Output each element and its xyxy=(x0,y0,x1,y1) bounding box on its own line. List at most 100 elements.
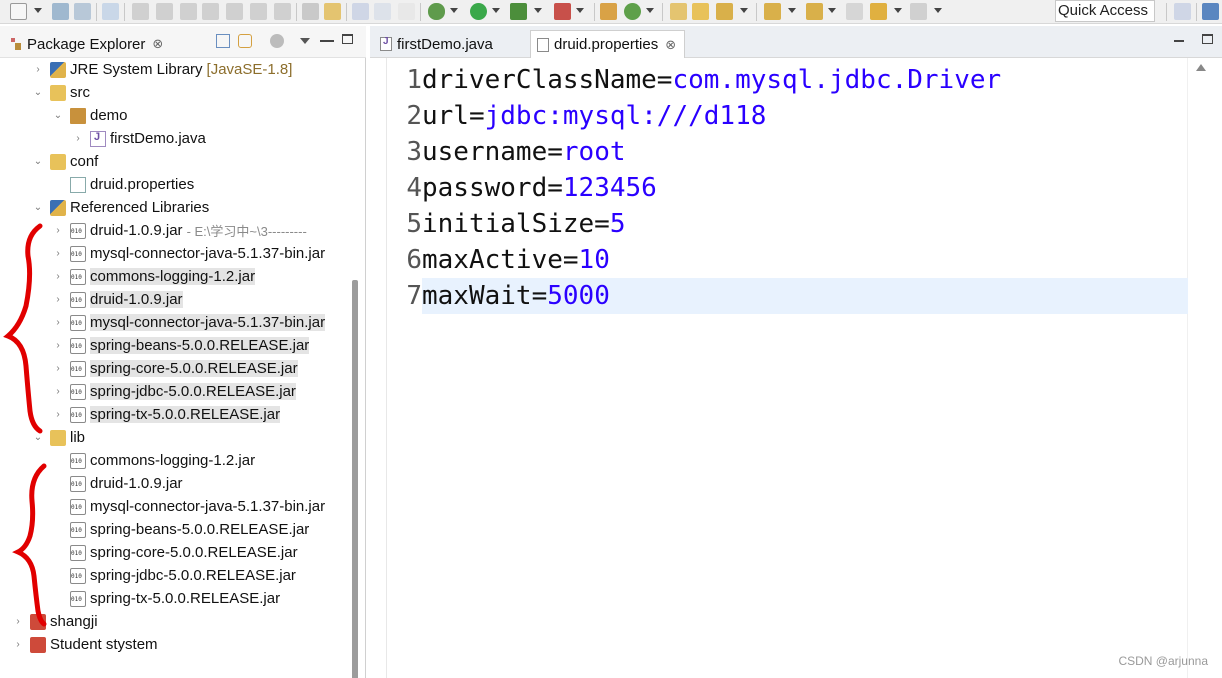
expanded-chevron-icon[interactable]: ⌄ xyxy=(52,110,64,121)
close-icon[interactable]: ⊗ xyxy=(665,37,676,53)
tree-item[interactable]: › firstDemo.java xyxy=(0,127,346,150)
step-over-icon[interactable] xyxy=(250,3,267,20)
scroll-up-arrow-icon[interactable] xyxy=(1196,64,1206,71)
tab-firstdemo-java[interactable]: firstDemo.java xyxy=(374,30,501,58)
disconnect-icon[interactable] xyxy=(202,3,219,20)
next-annotation-icon[interactable] xyxy=(764,3,781,20)
paragraph-icon[interactable] xyxy=(398,3,415,20)
new-class-icon[interactable] xyxy=(624,3,641,20)
tree-item[interactable]: › JRE System Library [JavaSE-1.8] xyxy=(0,58,346,81)
coverage-icon[interactable] xyxy=(510,3,527,20)
tree-item[interactable]: ⌄ demo xyxy=(0,104,346,127)
code-line[interactable]: 6 maxActive=10 xyxy=(370,242,1188,278)
maximize-icon[interactable] xyxy=(342,34,353,44)
tree-item-label: commons-logging-1.2.jar xyxy=(90,268,256,285)
code-line[interactable]: 1 driverClassName=com.mysql.jdbc.Driver xyxy=(370,62,1188,98)
properties-file-icon xyxy=(537,37,549,52)
link-with-editor-icon[interactable] xyxy=(238,34,252,48)
previous-annotation-icon[interactable] xyxy=(806,3,823,20)
expanded-chevron-icon[interactable]: ⌄ xyxy=(32,87,44,98)
tree-item-label: druid-1.0.9.jar xyxy=(90,291,183,308)
code-line[interactable]: 2 url=jdbc:mysql:///d118 xyxy=(370,98,1188,134)
debug-dropdown-icon[interactable] xyxy=(450,8,458,13)
new-icon[interactable] xyxy=(10,3,27,20)
collapsed-chevron-icon[interactable]: › xyxy=(12,639,24,650)
tab-package-explorer[interactable]: Package Explorer ⊗ xyxy=(4,30,167,58)
skip-breakpoints-icon[interactable] xyxy=(102,3,119,20)
step-return-icon[interactable] xyxy=(274,3,291,20)
property-key: url=jdbc:mysql:///d118 xyxy=(422,98,766,134)
tree-scrollbar[interactable] xyxy=(352,280,358,678)
jar-icon xyxy=(70,245,86,262)
new-class-dropdown-icon[interactable] xyxy=(646,8,654,13)
last-edit-icon[interactable] xyxy=(846,3,863,20)
jar-icon xyxy=(70,498,86,515)
open-folder-icon[interactable] xyxy=(692,3,709,20)
property-value: 10 xyxy=(578,245,610,275)
code-editor[interactable]: 1 driverClassName=com.mysql.jdbc.Driver 2 u… xyxy=(370,58,1222,678)
open-perspective-icon[interactable] xyxy=(1174,3,1191,20)
chevron-down-icon[interactable] xyxy=(300,38,310,44)
tree-item[interactable]: ⌄ src xyxy=(0,81,346,104)
save-icon[interactable] xyxy=(52,3,69,20)
view-menu-icon[interactable] xyxy=(270,34,284,48)
show-whitespace-icon[interactable] xyxy=(374,3,391,20)
property-value: 123456 xyxy=(562,173,657,203)
tree-item-label: JRE System Library xyxy=(70,61,203,78)
collapsed-chevron-icon[interactable]: › xyxy=(72,133,84,144)
save-all-icon[interactable] xyxy=(74,3,91,20)
new-dropdown-icon[interactable] xyxy=(34,8,42,13)
resume-icon[interactable] xyxy=(132,3,149,20)
tree-item[interactable]: ⌄ conf xyxy=(0,150,346,173)
search-dropdown-icon[interactable] xyxy=(740,8,748,13)
minimize-icon[interactable] xyxy=(320,40,334,42)
forward-icon[interactable] xyxy=(910,3,927,20)
tree-item-label: mysql-connector-java-5.1.37-bin.jar xyxy=(90,314,326,331)
external-tools-dropdown-icon[interactable] xyxy=(576,8,584,13)
java-perspective-icon[interactable] xyxy=(1202,3,1219,20)
previous-annotation-dropdown-icon[interactable] xyxy=(828,8,836,13)
format-icon[interactable] xyxy=(302,3,319,20)
coverage-dropdown-icon[interactable] xyxy=(534,8,542,13)
open-type-icon[interactable] xyxy=(324,3,341,20)
back-dropdown-icon[interactable] xyxy=(894,8,902,13)
terminate-icon[interactable] xyxy=(180,3,197,20)
tree-item[interactable]: › Student stystem xyxy=(0,633,346,656)
open-task-icon[interactable] xyxy=(352,3,369,20)
line-number: 3 xyxy=(406,137,422,167)
property-value: 5000 xyxy=(547,281,610,311)
tree-item-label: druid.properties xyxy=(90,176,195,193)
step-into-icon[interactable] xyxy=(226,3,243,20)
next-annotation-dropdown-icon[interactable] xyxy=(788,8,796,13)
back-icon[interactable] xyxy=(870,3,887,20)
property-key-text: driverClassName= xyxy=(422,65,673,95)
jar-icon xyxy=(70,521,86,538)
forward-dropdown-icon[interactable] xyxy=(934,8,942,13)
tree-item[interactable]: druid.properties xyxy=(0,173,346,196)
code-line[interactable]: 3 username=root xyxy=(370,134,1188,170)
search-icon[interactable] xyxy=(716,3,733,20)
suspend-icon[interactable] xyxy=(156,3,173,20)
maximize-icon[interactable] xyxy=(1202,34,1213,44)
property-key: username=root xyxy=(422,134,626,170)
new-java-project-icon[interactable] xyxy=(600,3,617,20)
collapse-all-icon[interactable] xyxy=(216,34,230,48)
expanded-chevron-icon[interactable]: ⌄ xyxy=(32,202,44,213)
code-line[interactable]: 4 password=123456 xyxy=(370,170,1188,206)
line-number: 4 xyxy=(406,173,422,203)
toolbar-separator xyxy=(756,3,757,21)
code-line[interactable]: 7 maxWait=5000 xyxy=(370,278,1188,314)
property-key-text: maxWait= xyxy=(422,281,548,311)
expanded-chevron-icon[interactable]: ⌄ xyxy=(32,156,44,167)
open-project-icon[interactable] xyxy=(670,3,687,20)
tab-druid-properties[interactable]: druid.properties ⊗ xyxy=(530,30,686,58)
code-line[interactable]: 5 initialSize=5 xyxy=(370,206,1188,242)
close-icon[interactable]: ⊗ xyxy=(152,36,163,52)
run-dropdown-icon[interactable] xyxy=(492,8,500,13)
minimize-icon[interactable] xyxy=(1174,40,1184,42)
collapsed-chevron-icon[interactable]: › xyxy=(32,64,44,75)
debug-icon[interactable] xyxy=(428,3,445,20)
run-icon[interactable] xyxy=(470,3,487,20)
external-tools-icon[interactable] xyxy=(554,3,571,20)
quick-access-input[interactable]: Quick Access xyxy=(1055,0,1155,22)
